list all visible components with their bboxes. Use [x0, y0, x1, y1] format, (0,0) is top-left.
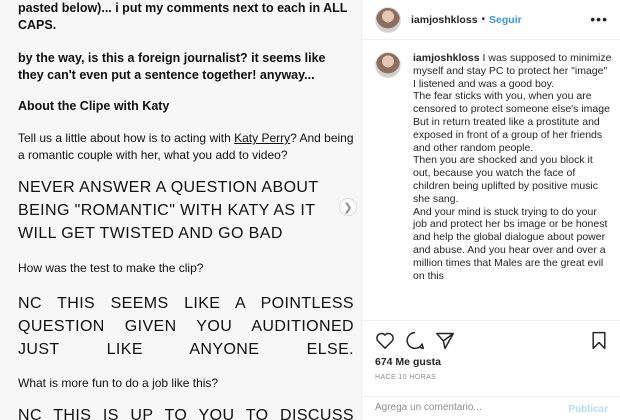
- heart-icon[interactable]: [375, 331, 395, 354]
- separator-dot: •: [481, 14, 486, 25]
- doc-question-1-link: Katy Perry: [234, 131, 291, 145]
- avatar[interactable]: [375, 52, 401, 78]
- doc-question-3: What is more fun to do a job like this?: [18, 376, 219, 390]
- post-header: iamjoshkloss • Seguir •••: [363, 0, 620, 40]
- doc-answer-1: NEVER ANSWER A QUESTION ABOUT BEING "ROM…: [18, 179, 319, 242]
- comment-paragraph: Then you are shocked and you block it ou…: [413, 154, 599, 205]
- doc-intro-line: pasted below)... i put my comments next …: [18, 1, 348, 15]
- comment-icon[interactable]: [405, 331, 425, 355]
- post-side-panel: iamjoshkloss • Seguir ••• iamjoshkloss I …: [363, 0, 620, 420]
- doc-heading: About the Clipe with Katy: [18, 99, 170, 113]
- bookmark-icon[interactable]: [591, 331, 607, 355]
- publish-button[interactable]: Publicar: [569, 404, 608, 415]
- post-timestamp[interactable]: HACE 10 HORAS: [375, 374, 436, 381]
- doc-question-2: How was the test to make the clip?: [18, 261, 204, 275]
- action-bar: [363, 320, 620, 360]
- follow-button[interactable]: Seguir: [489, 14, 522, 26]
- chevron-right-icon[interactable]: ❯: [339, 198, 357, 216]
- doc-foreign-journalist-remark: by the way, is this a foreign journalist…: [18, 51, 326, 82]
- share-icon[interactable]: [435, 331, 455, 355]
- comment-paragraph: I listened and was a good boy.: [413, 77, 555, 90]
- more-options-icon[interactable]: •••: [590, 11, 608, 27]
- add-comment-bar: Publicar: [363, 396, 620, 420]
- comment-username[interactable]: iamjoshkloss: [413, 52, 480, 64]
- comment-paragraph: And your mind is stuck trying to do your…: [413, 205, 608, 282]
- avatar[interactable]: [375, 6, 401, 33]
- post-username[interactable]: iamjoshkloss: [411, 14, 478, 26]
- caption-text: iamjoshkloss I was supposed to minimize m…: [413, 52, 611, 282]
- comment-input[interactable]: [375, 402, 555, 413]
- doc-answer-3: NC THIS IS UP TO YOU TO DISCUSS: [18, 407, 354, 420]
- doc-answer-2: NC THIS SEEMS LIKE A POINTLESS QUESTION …: [18, 295, 354, 358]
- doc-question-1-start: Tell us a little about how is to acting …: [18, 131, 235, 145]
- doc-intro-line-end: CAPS.: [18, 18, 57, 32]
- comment-paragraph: But in return treated like a prostitute …: [413, 115, 603, 154]
- doc-question-1: Tell us a little about how is to acting …: [18, 130, 354, 164]
- post-image: pasted below)... i put my comments next …: [0, 0, 362, 420]
- likes-count[interactable]: 674 Me gusta: [375, 356, 441, 368]
- caption-comment: iamjoshkloss I was supposed to minimize m…: [375, 52, 611, 318]
- comment-overflow-fade: [375, 306, 611, 320]
- comment-paragraph: The fear sticks with you, when you are c…: [413, 90, 611, 116]
